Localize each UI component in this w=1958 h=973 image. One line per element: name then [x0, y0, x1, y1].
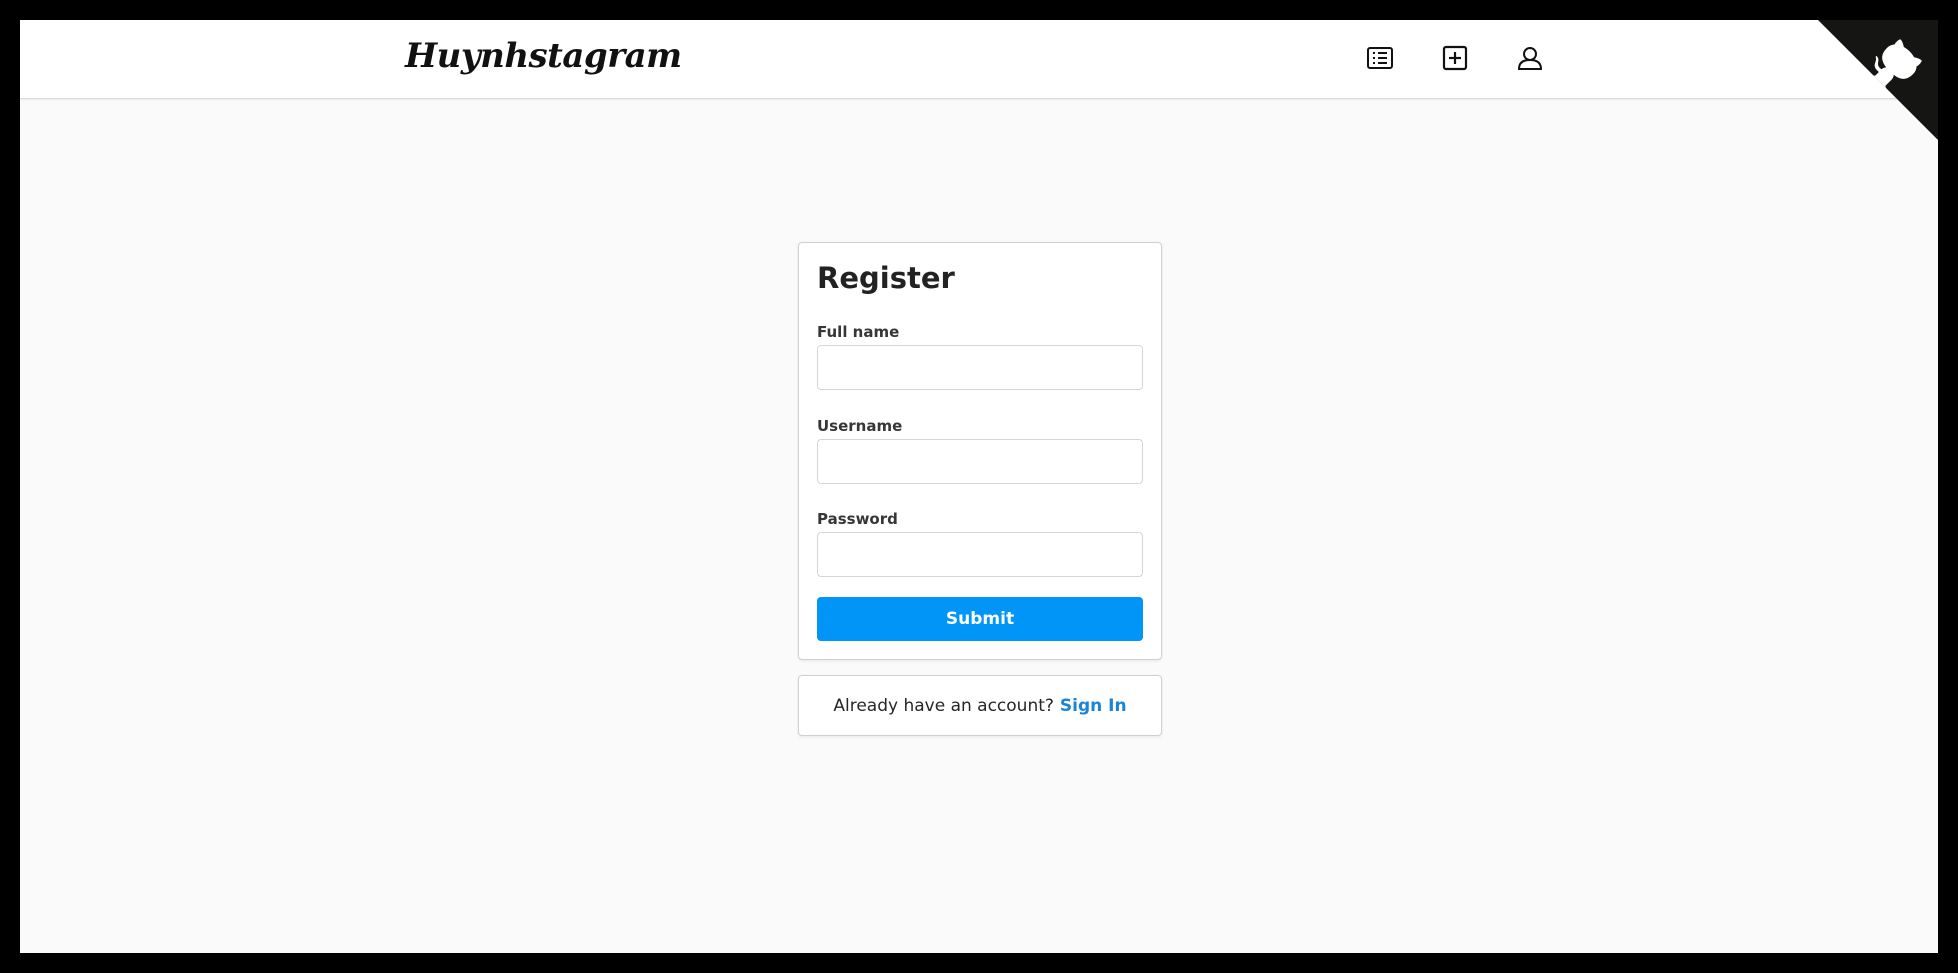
username-label: Username	[817, 417, 903, 435]
profile-icon[interactable]	[1515, 43, 1545, 73]
signin-row: Already have an account? Sign In	[799, 676, 1161, 735]
password-field[interactable]	[817, 532, 1143, 577]
feed-list-icon[interactable]	[1365, 43, 1395, 73]
full-name-label: Full name	[817, 323, 900, 341]
brand-logo[interactable]: Huynhstagram	[405, 36, 682, 76]
new-post-icon[interactable]	[1440, 43, 1470, 73]
app-viewport: Huynhstagram Register Full name Username…	[20, 20, 1938, 953]
sign-in-link[interactable]: Sign In	[1060, 696, 1127, 716]
signin-prompt: Already have an account?	[833, 695, 1054, 716]
signin-card: Already have an account? Sign In	[798, 675, 1162, 736]
password-label: Password	[817, 510, 898, 528]
github-octocat-icon[interactable]	[1818, 20, 1938, 140]
submit-button[interactable]: Submit	[817, 597, 1143, 641]
register-card: Register Full name Username Password Sub…	[798, 242, 1162, 660]
full-name-field[interactable]	[817, 345, 1143, 390]
register-title: Register	[817, 261, 955, 295]
navbar: Huynhstagram	[20, 20, 1938, 99]
username-field[interactable]	[817, 439, 1143, 484]
